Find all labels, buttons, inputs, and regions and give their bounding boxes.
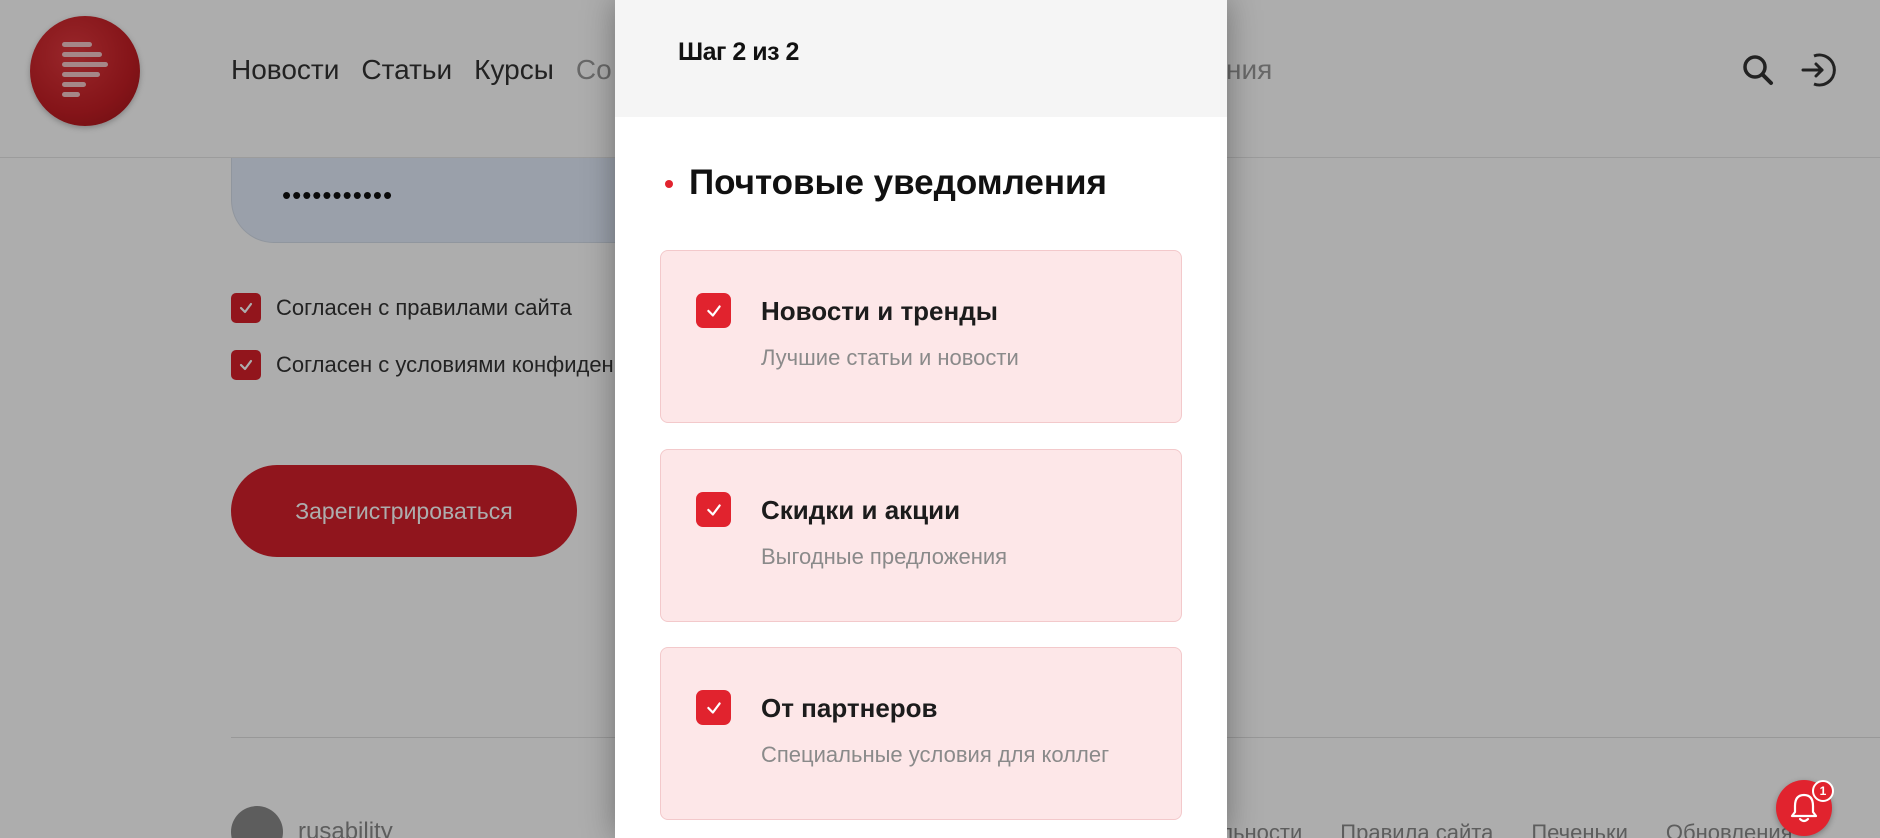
option-subtitle: Выгодные предложения (761, 544, 1008, 569)
section-bullet (665, 180, 673, 188)
modal-header: Шаг 2 из 2 (615, 0, 1227, 117)
option-subtitle: Специальные условия для коллег (761, 742, 1110, 767)
checkbox-checked-icon[interactable] (696, 293, 731, 328)
option-card-partners[interactable]: От партнеров Специальные условия для кол… (660, 647, 1182, 820)
section-title: Почтовые уведомления (689, 163, 1107, 202)
option-subtitle: Лучшие статьи и новости (761, 345, 1019, 370)
option-card-news[interactable]: Новости и тренды Лучшие статьи и новости (660, 250, 1182, 423)
step-indicator: Шаг 2 из 2 (678, 38, 799, 66)
checkbox-checked-icon[interactable] (696, 492, 731, 527)
option-title: Новости и тренды (761, 296, 998, 326)
option-title: От партнеров (761, 693, 938, 723)
checkbox-checked-icon[interactable] (696, 690, 731, 725)
notifications-badge: 1 (1812, 780, 1834, 802)
option-card-discounts[interactable]: Скидки и акции Выгодные предложения (660, 449, 1182, 622)
email-preferences-modal: Шаг 2 из 2 Почтовые уведомления Новости … (615, 0, 1227, 838)
option-title: Скидки и акции (761, 495, 961, 525)
